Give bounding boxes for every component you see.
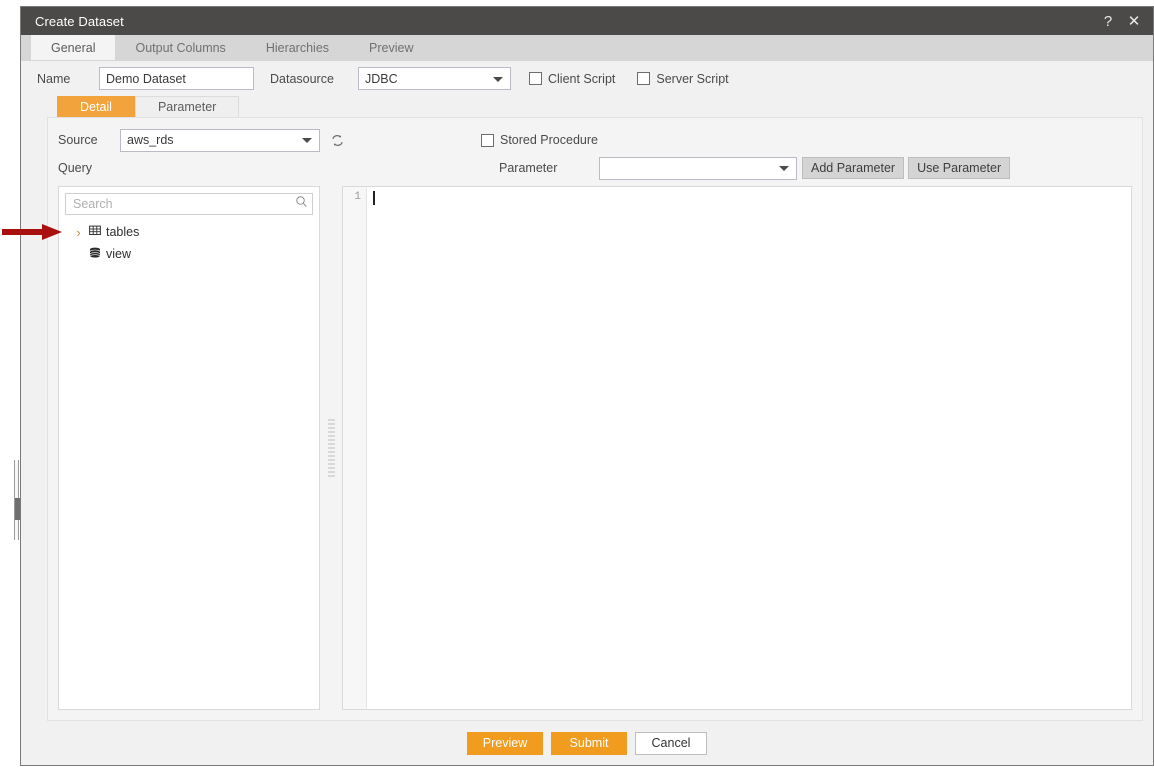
- splitter-grip[interactable]: [327, 419, 335, 477]
- search-icon[interactable]: [295, 195, 308, 213]
- server-script-checkbox[interactable]: Server Script: [637, 71, 729, 86]
- refresh-icon[interactable]: [328, 131, 346, 149]
- tab-general[interactable]: General: [31, 35, 116, 60]
- tree-node-tables[interactable]: › tables: [59, 221, 319, 243]
- dialog-titlebar: Create Dataset ? ✕: [21, 7, 1153, 35]
- datasource-select[interactable]: JDBC: [358, 67, 511, 90]
- schema-tree-panel: Search › tables view: [58, 186, 320, 710]
- close-icon[interactable]: ✕: [1121, 8, 1147, 34]
- tree-node-label: tables: [106, 225, 140, 239]
- name-input[interactable]: Demo Dataset: [99, 67, 254, 90]
- source-label: Source: [58, 133, 98, 147]
- cancel-button[interactable]: Cancel: [635, 731, 707, 755]
- search-placeholder: Search: [73, 197, 113, 211]
- chevron-down-icon: [493, 76, 503, 82]
- create-dataset-dialog: Create Dataset ? ✕ General Output Column…: [20, 6, 1154, 766]
- dataset-form-row: Name Demo Dataset Datasource JDBC Client…: [21, 61, 1153, 96]
- main-tabbar: General Output Columns Hierarchies Previ…: [21, 35, 1153, 61]
- parameter-label: Parameter: [499, 161, 558, 175]
- source-select[interactable]: aws_rds: [120, 128, 320, 152]
- source-select-value: aws_rds: [127, 133, 174, 147]
- use-parameter-button[interactable]: Use Parameter: [908, 157, 1011, 179]
- preview-button[interactable]: Preview: [467, 731, 543, 755]
- chevron-right-icon[interactable]: ›: [73, 225, 84, 240]
- query-row: Query Parameter Add Parameter Use Parame…: [58, 154, 1132, 182]
- checkbox-box-icon: [637, 72, 651, 85]
- sql-editor-textarea[interactable]: [367, 187, 1131, 709]
- schema-tree-list: › tables view: [59, 217, 319, 709]
- panel-splitter[interactable]: [320, 186, 342, 710]
- database-stack-icon: [89, 247, 101, 262]
- help-icon[interactable]: ?: [1095, 8, 1121, 34]
- tab-output-columns[interactable]: Output Columns: [115, 35, 245, 60]
- detail-parameter-subtabs: Detail Parameter: [21, 96, 1153, 117]
- detail-panel: Source aws_rds Stored Procedure Query Pa…: [47, 117, 1143, 721]
- line-number: 1: [354, 191, 361, 203]
- name-label: Name: [37, 71, 71, 86]
- datasource-select-value: JDBC: [365, 71, 398, 86]
- query-body-split: Search › tables view 1: [58, 186, 1132, 710]
- editor-line-numbers: 1: [343, 187, 367, 709]
- submit-button[interactable]: Submit: [551, 731, 627, 755]
- tree-node-view[interactable]: view: [59, 243, 319, 265]
- text-caret: [373, 191, 375, 205]
- add-parameter-button[interactable]: Add Parameter: [802, 157, 905, 179]
- dialog-footer: Preview Submit Cancel: [21, 721, 1153, 765]
- checkbox-box-icon: [481, 133, 494, 147]
- stored-procedure-checkbox[interactable]: Stored Procedure: [481, 133, 598, 147]
- tree-node-label: view: [106, 247, 132, 261]
- client-script-checkbox[interactable]: Client Script: [529, 72, 615, 86]
- chevron-down-icon: [779, 166, 789, 171]
- dialog-title: Create Dataset: [35, 13, 124, 29]
- stored-procedure-label: Stored Procedure: [500, 133, 598, 147]
- parameter-select[interactable]: [599, 156, 797, 180]
- client-script-label: Client Script: [548, 71, 616, 86]
- query-label: Query: [58, 161, 93, 175]
- subtab-detail[interactable]: Detail: [57, 96, 135, 117]
- checkbox-box-icon: [529, 72, 542, 85]
- server-script-label: Server Script: [656, 71, 729, 86]
- grid-table-icon: [89, 225, 101, 239]
- tab-preview[interactable]: Preview: [349, 35, 433, 60]
- chevron-down-icon: [302, 138, 312, 143]
- datasource-label: Datasource: [270, 71, 334, 86]
- search-input[interactable]: Search: [65, 193, 313, 215]
- subtab-parameter[interactable]: Parameter: [134, 96, 240, 117]
- source-row: Source aws_rds Stored Procedure: [58, 126, 1132, 154]
- tab-hierarchies[interactable]: Hierarchies: [246, 35, 349, 60]
- background-scrollbar[interactable]: [14, 460, 20, 540]
- sql-editor-panel[interactable]: 1: [342, 186, 1132, 710]
